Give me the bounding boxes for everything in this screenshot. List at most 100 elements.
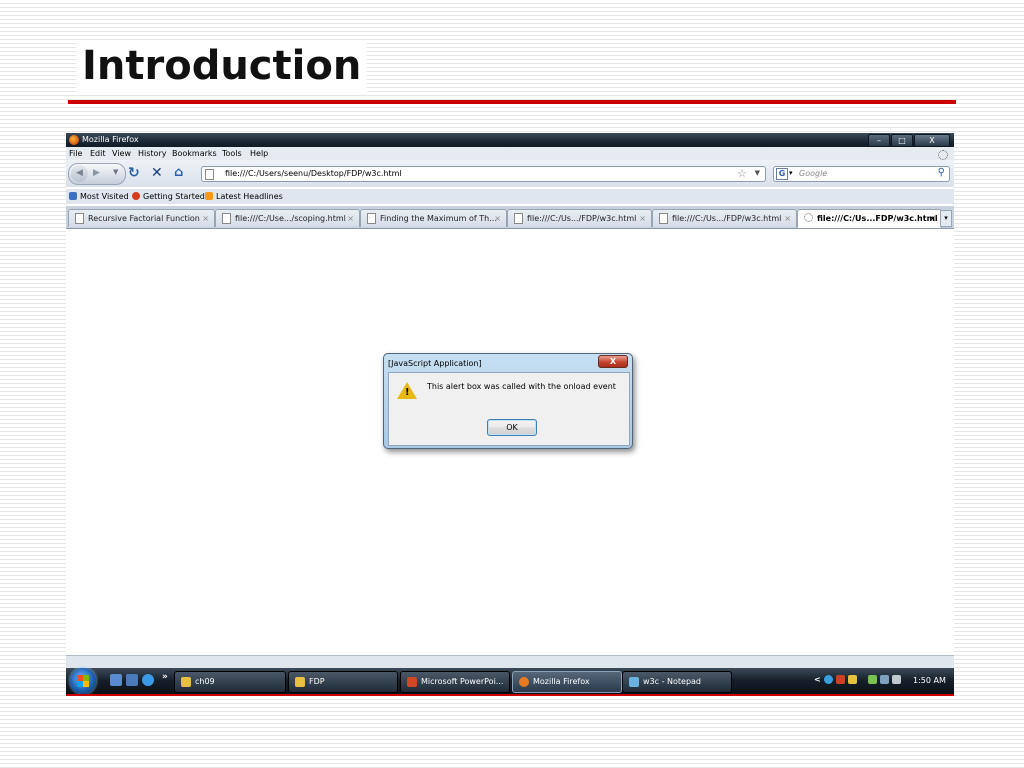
- url-dropdown-icon[interactable]: ▼: [755, 169, 760, 177]
- tray-app-icon[interactable]: [824, 675, 833, 684]
- status-bar: [66, 655, 954, 668]
- windows-logo-icon-lower: [77, 681, 89, 687]
- tray-expand-icon[interactable]: <: [814, 675, 821, 684]
- maximize-button[interactable]: □: [891, 134, 913, 147]
- window-title: Mozilla Firefox: [82, 135, 139, 144]
- bookmark-latest-headlines[interactable]: Latest Headlines: [205, 192, 283, 201]
- bottom-accent-rule: [66, 694, 954, 696]
- network-icon[interactable]: [880, 675, 889, 684]
- search-bar[interactable]: G ▾ Google ⚲: [773, 166, 950, 182]
- menu-bar: File Edit View History Bookmarks Tools H…: [66, 147, 954, 160]
- tray-app-icon[interactable]: [848, 675, 857, 684]
- ok-button[interactable]: OK: [487, 419, 537, 436]
- tab-close-icon[interactable]: ×: [202, 214, 209, 223]
- bookmarks-toolbar: Most Visited Getting Started Latest Head…: [66, 189, 954, 204]
- tray-app-icon[interactable]: [836, 675, 845, 684]
- folder-icon: [295, 677, 305, 687]
- throbber-icon: [938, 150, 948, 160]
- page-icon: [205, 169, 214, 180]
- menu-tools[interactable]: Tools: [222, 149, 242, 158]
- page-icon: [659, 213, 668, 224]
- url-bar[interactable]: file:///C:/Users/seenu/Desktop/FDP/w3c.h…: [201, 166, 766, 182]
- tab-recursive-factorial[interactable]: Recursive Factorial Function ×: [68, 209, 215, 227]
- folder-icon: [181, 677, 191, 687]
- tab-strip: Recursive Factorial Function × file:///C…: [66, 206, 954, 229]
- page-icon: [367, 213, 376, 224]
- internet-explorer-icon[interactable]: [142, 674, 154, 686]
- dialog-title: [JavaScript Application]: [388, 359, 482, 368]
- windows-taskbar: » ch09 FDP Microsoft PowerPoi... Mozilla…: [66, 668, 954, 694]
- navigation-toolbar: ◀ ▶ ▼ ↻ ✕ ⌂ file:///C:/Users/seenu/Deskt…: [66, 160, 954, 187]
- tab-w3c-2[interactable]: file:///C:/Us.../FDP/w3c.html ×: [652, 209, 797, 227]
- firefox-logo-icon: [69, 135, 79, 145]
- tab-finding-maximum[interactable]: Finding the Maximum of Th... ×: [360, 209, 507, 227]
- loading-icon: [804, 213, 813, 222]
- dialog-body: ! This alert box was called with the onl…: [388, 372, 630, 446]
- home-icon[interactable]: ⌂: [174, 165, 183, 181]
- taskbar-button-fdp[interactable]: FDP: [288, 671, 398, 693]
- back-forward-buttons: ◀ ▶ ▼: [68, 163, 126, 185]
- taskbar-button-ch09[interactable]: ch09: [174, 671, 286, 693]
- menu-history[interactable]: History: [138, 149, 166, 158]
- menu-view[interactable]: View: [112, 149, 131, 158]
- page-icon: [75, 213, 84, 224]
- warning-exclamation: !: [405, 387, 410, 398]
- reload-icon[interactable]: ↻: [128, 165, 140, 181]
- tab-list-dropdown-icon[interactable]: ▾: [940, 210, 952, 227]
- stop-icon[interactable]: ✕: [151, 165, 163, 181]
- show-desktop-icon[interactable]: [110, 674, 122, 686]
- quick-launch-overflow-icon[interactable]: »: [162, 672, 168, 682]
- window-titlebar[interactable]: Mozilla Firefox – □ X: [66, 133, 954, 147]
- search-icon[interactable]: ⚲: [938, 167, 945, 178]
- alert-dialog: [JavaScript Application] X ! This alert …: [383, 353, 633, 449]
- rss-icon: [205, 192, 213, 200]
- page-content: [JavaScript Application] X ! This alert …: [66, 229, 954, 655]
- menu-edit[interactable]: Edit: [90, 149, 106, 158]
- clock[interactable]: 1:50 AM: [913, 676, 946, 685]
- system-tray: < 1:50 AM: [814, 674, 950, 688]
- search-input[interactable]: Google: [799, 169, 827, 178]
- taskbar-button-firefox[interactable]: Mozilla Firefox: [512, 671, 622, 693]
- forward-arrow-icon[interactable]: ▶: [93, 168, 100, 178]
- bookmark-star-icon[interactable]: ☆: [737, 167, 747, 180]
- tab-close-icon[interactable]: ×: [494, 214, 501, 223]
- tab-w3c-active[interactable]: file:///C:/Us...FDP/w3c.html ×: [797, 209, 942, 228]
- dialog-message: This alert box was called with the onloa…: [427, 382, 616, 391]
- tab-close-icon[interactable]: ×: [784, 214, 791, 223]
- tab-w3c-1[interactable]: file:///C:/Us.../FDP/w3c.html ×: [507, 209, 652, 227]
- window-controls: – □ X: [867, 134, 950, 147]
- taskbar-button-powerpoint[interactable]: Microsoft PowerPoi...: [400, 671, 510, 693]
- switch-windows-icon[interactable]: [126, 674, 138, 686]
- tab-scoping[interactable]: file:///C:/Use.../scoping.html ×: [215, 209, 360, 227]
- minimize-button[interactable]: –: [868, 134, 890, 147]
- bookmark-getting-started[interactable]: Getting Started: [132, 192, 205, 201]
- tray-app-icon[interactable]: [868, 675, 877, 684]
- firefox-icon: [519, 677, 529, 687]
- search-engine-dropdown-icon[interactable]: ▾: [789, 169, 793, 177]
- firefox-screenshot: Mozilla Firefox – □ X File Edit View His…: [66, 133, 954, 694]
- menu-help[interactable]: Help: [250, 149, 268, 158]
- menu-bookmarks[interactable]: Bookmarks: [172, 149, 217, 158]
- close-button[interactable]: X: [914, 134, 950, 147]
- history-dropdown-icon[interactable]: ▼: [113, 168, 118, 176]
- notepad-icon: [629, 677, 639, 687]
- dialog-close-button[interactable]: X: [598, 355, 628, 368]
- slide-title: Introduction: [76, 40, 368, 92]
- powerpoint-icon: [407, 677, 417, 687]
- google-engine-icon[interactable]: G: [776, 168, 788, 180]
- volume-icon[interactable]: [892, 675, 901, 684]
- tab-close-icon[interactable]: ×: [929, 214, 936, 223]
- page-icon: [222, 213, 231, 224]
- title-rule: [68, 100, 956, 104]
- back-arrow-icon[interactable]: ◀: [71, 165, 88, 182]
- firefox-bookmark-icon: [132, 192, 140, 200]
- url-text[interactable]: file:///C:/Users/seenu/Desktop/FDP/w3c.h…: [225, 169, 402, 178]
- taskbar-button-notepad[interactable]: w3c - Notepad: [622, 671, 732, 693]
- tab-close-icon[interactable]: ×: [347, 214, 354, 223]
- menu-file[interactable]: File: [69, 149, 82, 158]
- start-button[interactable]: [70, 668, 96, 694]
- most-visited-icon: [69, 192, 77, 200]
- tab-close-icon[interactable]: ×: [639, 214, 646, 223]
- page-icon: [514, 213, 523, 224]
- bookmark-most-visited[interactable]: Most Visited: [69, 192, 129, 201]
